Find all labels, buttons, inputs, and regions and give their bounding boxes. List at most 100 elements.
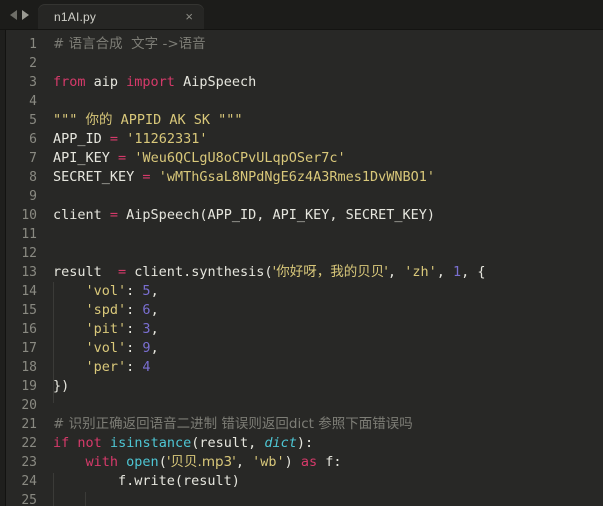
line-number: 6 xyxy=(29,132,37,147)
code-token: dict xyxy=(264,435,297,451)
code-token: = xyxy=(109,131,119,147)
line-number: 15 xyxy=(21,303,37,318)
code-token: : xyxy=(126,283,143,299)
code-token: 1 xyxy=(452,264,462,280)
code-token: APPID AK SK """ xyxy=(112,112,243,128)
code-token: , xyxy=(150,340,159,356)
code-token: ( xyxy=(158,454,167,470)
code-token: = xyxy=(142,169,151,185)
code-token: '11262331' xyxy=(126,131,208,147)
line-number: 16 xyxy=(21,322,37,337)
code-token: 'wb' xyxy=(252,454,285,470)
code-line: from aip import AipSpeech xyxy=(44,73,603,92)
code-line: with open('贝贝.mp3', 'wb') as f: xyxy=(44,453,603,472)
code-token: , xyxy=(150,302,159,318)
line-number: 18 xyxy=(21,360,37,375)
code-token: 9 xyxy=(142,340,151,356)
triangle-right-icon[interactable] xyxy=(22,9,29,20)
code-token: client.synthesis( xyxy=(126,264,273,280)
code-line: 'vol': 9, xyxy=(44,339,603,358)
code-token: if xyxy=(53,435,70,451)
line-number: 1 xyxy=(29,37,37,52)
code-token: : xyxy=(126,321,143,337)
line-number: 14 xyxy=(21,284,37,299)
code-line: 'per': 4 xyxy=(44,358,603,377)
code-line: 'vol': 5, xyxy=(44,282,603,301)
code-token: as xyxy=(300,454,318,470)
code-token: API_KEY xyxy=(53,150,119,166)
code-token: ): xyxy=(296,435,314,451)
line-number: 8 xyxy=(29,170,37,185)
line-number: 12 xyxy=(21,246,37,261)
code-token: (result, xyxy=(191,435,265,451)
code-token: 'vol' xyxy=(85,340,127,356)
line-number: 10 xyxy=(21,208,37,223)
line-number-gutter: 1 2 3 4 5 6 7 8 9 10 11 12 13 14 15 16 17 18 19 20 21 22 23 24 2… xyxy=(6,30,44,506)
code-token: 你的 xyxy=(85,112,113,128)
line-number: 4 xyxy=(29,94,37,109)
line-number: 25 xyxy=(21,493,37,506)
code-token: 3 xyxy=(142,321,151,337)
editor-tab-n1ai-py[interactable]: n1AI.py × xyxy=(38,4,204,29)
line-number: 21 xyxy=(21,417,37,432)
line-number: 19 xyxy=(21,379,37,394)
code-line: if not isinstance(result, dict): xyxy=(44,434,603,453)
close-icon[interactable]: × xyxy=(155,10,193,23)
code-token: 'pit' xyxy=(85,321,127,337)
code-line: """ 你的 APPID AK SK """ xyxy=(44,111,603,130)
line-number: 22 xyxy=(21,436,37,451)
code-token: # 语言合成 文字 ->语音 xyxy=(53,36,206,52)
code-token: : xyxy=(126,302,143,318)
line-number: 24 xyxy=(21,474,37,489)
code-token: AipSpeech(APP_ID, API_KEY, SECRET_KEY) xyxy=(118,207,436,223)
code-editor-window: n1AI.py × 1 2 3 4 5 6 7 8 9 10 11 12 13 14 15 16 17 18 19 2… xyxy=(0,0,603,506)
code-token: , xyxy=(150,283,159,299)
code-token: ) xyxy=(284,454,301,470)
line-number: 3 xyxy=(29,75,37,90)
code-token: client xyxy=(53,207,110,223)
code-token: , xyxy=(150,321,159,337)
code-line: API_KEY = 'Weu6QCLgU8oCPvULqpOSer7c' xyxy=(44,149,603,168)
code-token: = xyxy=(118,264,127,280)
code-content[interactable]: # 语言合成 文字 ->语音 from aip import AipSpeech "… xyxy=(44,30,603,506)
code-token: f.write(result) xyxy=(53,473,240,489)
code-token: open xyxy=(126,454,159,470)
triangle-left-icon[interactable] xyxy=(10,9,17,20)
code-token: 'zh' xyxy=(404,264,437,280)
code-token: , xyxy=(235,454,253,470)
code-token: 'Weu6QCLgU8oCPvULqpOSer7c' xyxy=(134,150,346,166)
code-token: , xyxy=(436,264,453,280)
code-token: not xyxy=(77,435,102,451)
code-token: 'per' xyxy=(85,359,127,375)
line-number: 13 xyxy=(21,265,37,280)
line-number: 23 xyxy=(21,455,37,470)
code-token: aip xyxy=(85,74,127,90)
line-number: 20 xyxy=(21,398,37,413)
code-token: import xyxy=(126,74,175,90)
code-token: , xyxy=(387,264,405,280)
tab-navigation-arrows xyxy=(0,0,38,29)
line-number: 17 xyxy=(21,341,37,356)
code-token: result xyxy=(53,264,119,280)
code-token: }) xyxy=(53,378,70,394)
code-line: 'pit': 3, xyxy=(44,320,603,339)
code-token: = xyxy=(109,207,119,223)
line-number: 5 xyxy=(29,113,37,128)
code-token: APP_ID xyxy=(53,131,110,147)
code-token: from xyxy=(53,74,86,90)
